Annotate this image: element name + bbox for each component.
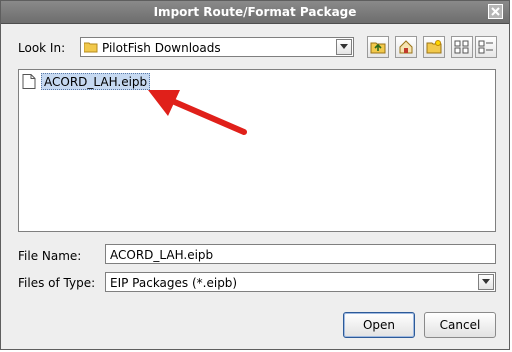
look-in-combo[interactable]: PilotFish Downloads (80, 37, 354, 57)
annotation-arrow-icon (148, 90, 247, 135)
file-icon (22, 74, 36, 89)
file-name-field[interactable]: ACORD_LAH.eipb (105, 244, 496, 264)
look-in-dropdown-button[interactable] (336, 39, 352, 55)
look-in-value: PilotFish Downloads (102, 41, 221, 55)
up-folder-button[interactable] (367, 36, 389, 58)
cancel-button[interactable]: Cancel (424, 312, 496, 338)
title-bar[interactable]: Import Route/Format Package (1, 1, 509, 24)
file-name-label: File Name: (18, 249, 82, 263)
home-icon (399, 40, 413, 54)
files-of-type-label: Files of Type: (18, 276, 96, 290)
dialog-title: Import Route/Format Package (153, 5, 357, 19)
list-view-icon (454, 40, 469, 54)
folder-up-icon (370, 42, 386, 54)
look-in-label: Look In: (18, 41, 66, 55)
chevron-down-icon (340, 44, 348, 49)
list-view-button[interactable] (451, 36, 473, 58)
details-view-button[interactable] (475, 36, 497, 58)
files-of-type-combo[interactable]: EIP Packages (*.eipb) (105, 272, 496, 292)
files-of-type-value: EIP Packages (*.eipb) (110, 276, 238, 290)
close-icon (491, 7, 500, 16)
details-view-icon (478, 40, 493, 54)
file-name: ACORD_LAH.eipb (41, 73, 151, 90)
chevron-down-icon (482, 279, 490, 284)
new-folder-icon (426, 40, 442, 54)
open-button[interactable]: Open (343, 312, 415, 338)
file-name-value: ACORD_LAH.eipb (110, 248, 214, 262)
folder-icon (84, 42, 98, 53)
files-of-type-dropdown-button[interactable] (478, 274, 494, 290)
import-dialog: Import Route/Format Package Look In: Pil… (0, 0, 510, 350)
home-button[interactable] (395, 36, 417, 58)
new-folder-button[interactable] (423, 36, 445, 58)
close-button[interactable] (488, 4, 503, 19)
file-list[interactable]: ACORD_LAH.eipb (18, 69, 496, 232)
